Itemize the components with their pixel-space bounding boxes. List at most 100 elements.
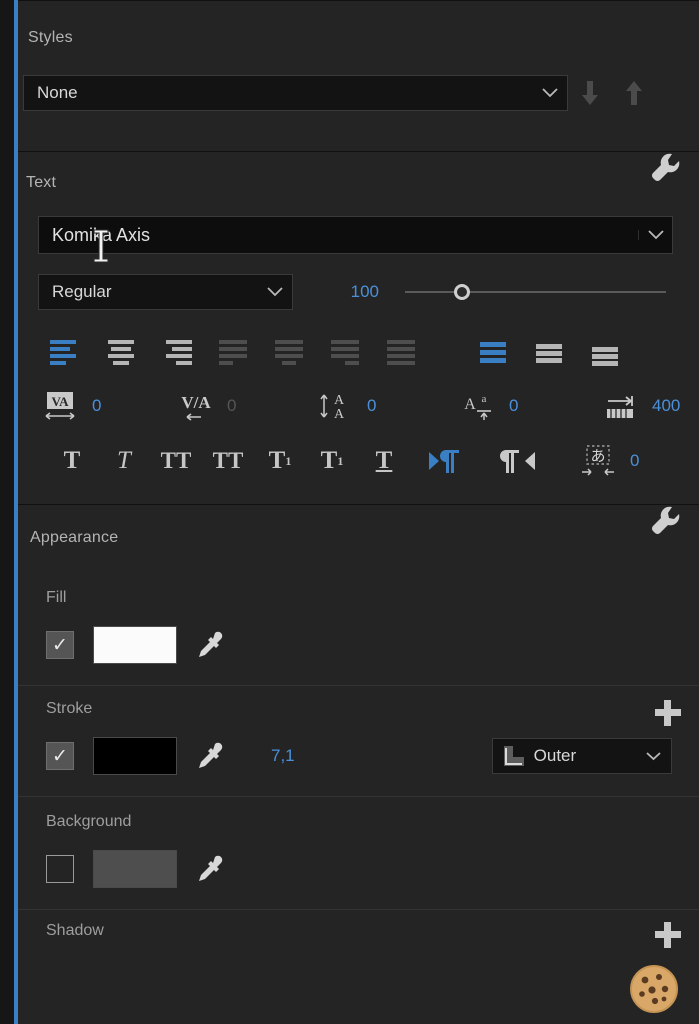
stroke-color-swatch[interactable] <box>93 737 177 775</box>
leading-value: 0 <box>367 396 377 415</box>
alignment-row <box>18 332 699 374</box>
justify-all-button[interactable] <box>374 332 430 374</box>
appearance-section-title: Appearance <box>30 529 119 546</box>
font-size-slider[interactable] <box>405 282 666 302</box>
text-width-icon <box>600 389 642 423</box>
paragraph-ltr-button[interactable] <box>410 438 482 484</box>
stroke-eyedropper-icon[interactable] <box>189 736 229 776</box>
superscript-glyph: T <box>268 447 286 474</box>
text-width-field[interactable]: 400 <box>600 389 680 423</box>
panel-gutter <box>0 0 14 1024</box>
background-label: Background <box>46 813 132 830</box>
add-shadow-button[interactable] <box>651 918 685 952</box>
styles-section-title: Styles <box>28 29 73 46</box>
kerning-field[interactable]: V/A 0 <box>175 389 315 423</box>
stroke-position-dropdown[interactable]: Outer <box>491 738 672 774</box>
text-metrics-row: VA 0 V/A 0 A A 0 A a 0 400 <box>18 384 699 428</box>
subscript-glyph: T <box>320 447 338 474</box>
push-to-style-button[interactable] <box>568 73 612 113</box>
chevron-down-icon <box>638 230 672 240</box>
stroke-label: Stroke <box>46 700 93 717</box>
align-center-button[interactable] <box>94 332 150 374</box>
styles-dropdown[interactable]: None <box>23 75 568 111</box>
vertical-align-bottom-button[interactable] <box>578 332 634 374</box>
stroke-row: ✓ 7,1 Outer <box>18 736 699 776</box>
pull-from-style-button[interactable] <box>612 73 656 113</box>
underline-button[interactable]: T <box>358 438 410 484</box>
justify-last-right-button[interactable] <box>318 332 374 374</box>
justify-last-center-button[interactable] <box>262 332 318 374</box>
text-width-value: 400 <box>652 396 681 415</box>
background-eyedropper-icon[interactable] <box>189 849 229 889</box>
stroke-enabled-checkbox[interactable]: ✓ <box>46 742 74 770</box>
align-left-button[interactable] <box>38 332 94 374</box>
chevron-down-icon <box>533 88 567 98</box>
checkmark-icon: ✓ <box>52 745 68 767</box>
leading-icon: A A <box>315 389 357 423</box>
paragraph-rtl-button[interactable] <box>482 438 554 484</box>
svg-text:VA: VA <box>51 394 69 409</box>
styles-section: Styles None <box>18 1 699 151</box>
tracking-value: 0 <box>92 396 102 415</box>
tsume-value: 0 <box>630 451 640 470</box>
superscript-button[interactable]: T1 <box>254 438 306 484</box>
faux-bold-glyph: T <box>63 447 81 474</box>
align-right-button[interactable] <box>150 332 206 374</box>
appearance-settings-wrench-icon[interactable] <box>645 501 685 546</box>
text-settings-wrench-icon[interactable] <box>645 148 685 193</box>
font-family-value: Komika Axis <box>52 224 151 245</box>
svg-text:a: a <box>482 393 487 405</box>
baseline-shift-value: 0 <box>509 396 519 415</box>
font-family-row: Komika Axis <box>18 216 699 254</box>
font-style-row: Regular 100 <box>18 274 699 310</box>
paragraph-rtl-icon <box>500 450 535 473</box>
justify-last-left-button[interactable] <box>206 332 262 374</box>
subscript-button[interactable]: T1 <box>306 438 358 484</box>
faux-italic-button[interactable]: T <box>98 438 150 484</box>
font-style-dropdown[interactable]: Regular <box>38 274 293 310</box>
font-family-dropdown[interactable]: Komika Axis <box>38 216 673 254</box>
tsume-field[interactable]: あ 0 <box>578 444 639 478</box>
paragraph-ltr-icon <box>429 450 459 473</box>
all-caps-button[interactable]: TT <box>150 438 202 484</box>
fill-enabled-checkbox[interactable]: ✓ <box>46 631 74 659</box>
svg-text:V/A: V/A <box>181 393 211 412</box>
baseline-shift-field[interactable]: A a 0 <box>457 389 600 423</box>
text-section-title: Text <box>26 174 57 191</box>
small-caps-button[interactable]: TT <box>202 438 254 484</box>
small-caps-glyph: TT <box>212 448 244 473</box>
appearance-section: Appearance Fill ✓ Stroke ✓ 7,1 Outer Bac… <box>18 505 699 950</box>
add-stroke-button[interactable] <box>651 696 685 730</box>
slider-knob[interactable] <box>454 284 471 300</box>
tsume-icon: あ <box>578 444 620 478</box>
background-enabled-checkbox[interactable] <box>46 855 74 883</box>
vertical-align-top-button[interactable] <box>466 332 522 374</box>
svg-text:あ: あ <box>590 447 605 465</box>
svg-text:A: A <box>334 393 345 408</box>
fill-eyedropper-icon[interactable] <box>189 625 229 665</box>
shadow-label: Shadow <box>46 922 104 939</box>
tracking-field[interactable]: VA 0 <box>40 389 175 423</box>
underline-glyph: T <box>375 447 393 474</box>
styles-row: None <box>18 73 699 113</box>
faux-italic-glyph: T <box>117 447 131 474</box>
all-caps-glyph: TT <box>160 448 192 473</box>
stroke-width-value[interactable]: 7,1 <box>271 746 295 766</box>
font-size-value[interactable]: 100 <box>335 282 379 302</box>
kerning-value: 0 <box>227 396 237 415</box>
chevron-down-icon <box>637 751 671 761</box>
fill-color-swatch[interactable] <box>93 626 177 664</box>
fill-row: ✓ <box>18 625 699 665</box>
stroke-background-divider <box>18 796 699 797</box>
baseline-shift-icon: A a <box>457 389 499 423</box>
kerning-icon: V/A <box>175 389 217 423</box>
faux-bold-button[interactable]: T <box>46 438 98 484</box>
text-section: Text Komika Axis Regular 100 VA 0 V/A 0 … <box>18 152 699 486</box>
vertical-align-center-button[interactable] <box>522 332 578 374</box>
background-color-swatch[interactable] <box>93 850 177 888</box>
essential-graphics-panel: Styles None Text Komika Axis Regular 100… <box>18 0 699 1024</box>
leading-field[interactable]: A A 0 <box>315 389 457 423</box>
arrow-down-icon <box>582 81 598 105</box>
stroke-outer-icon <box>503 745 525 767</box>
arrow-up-icon <box>626 81 642 105</box>
